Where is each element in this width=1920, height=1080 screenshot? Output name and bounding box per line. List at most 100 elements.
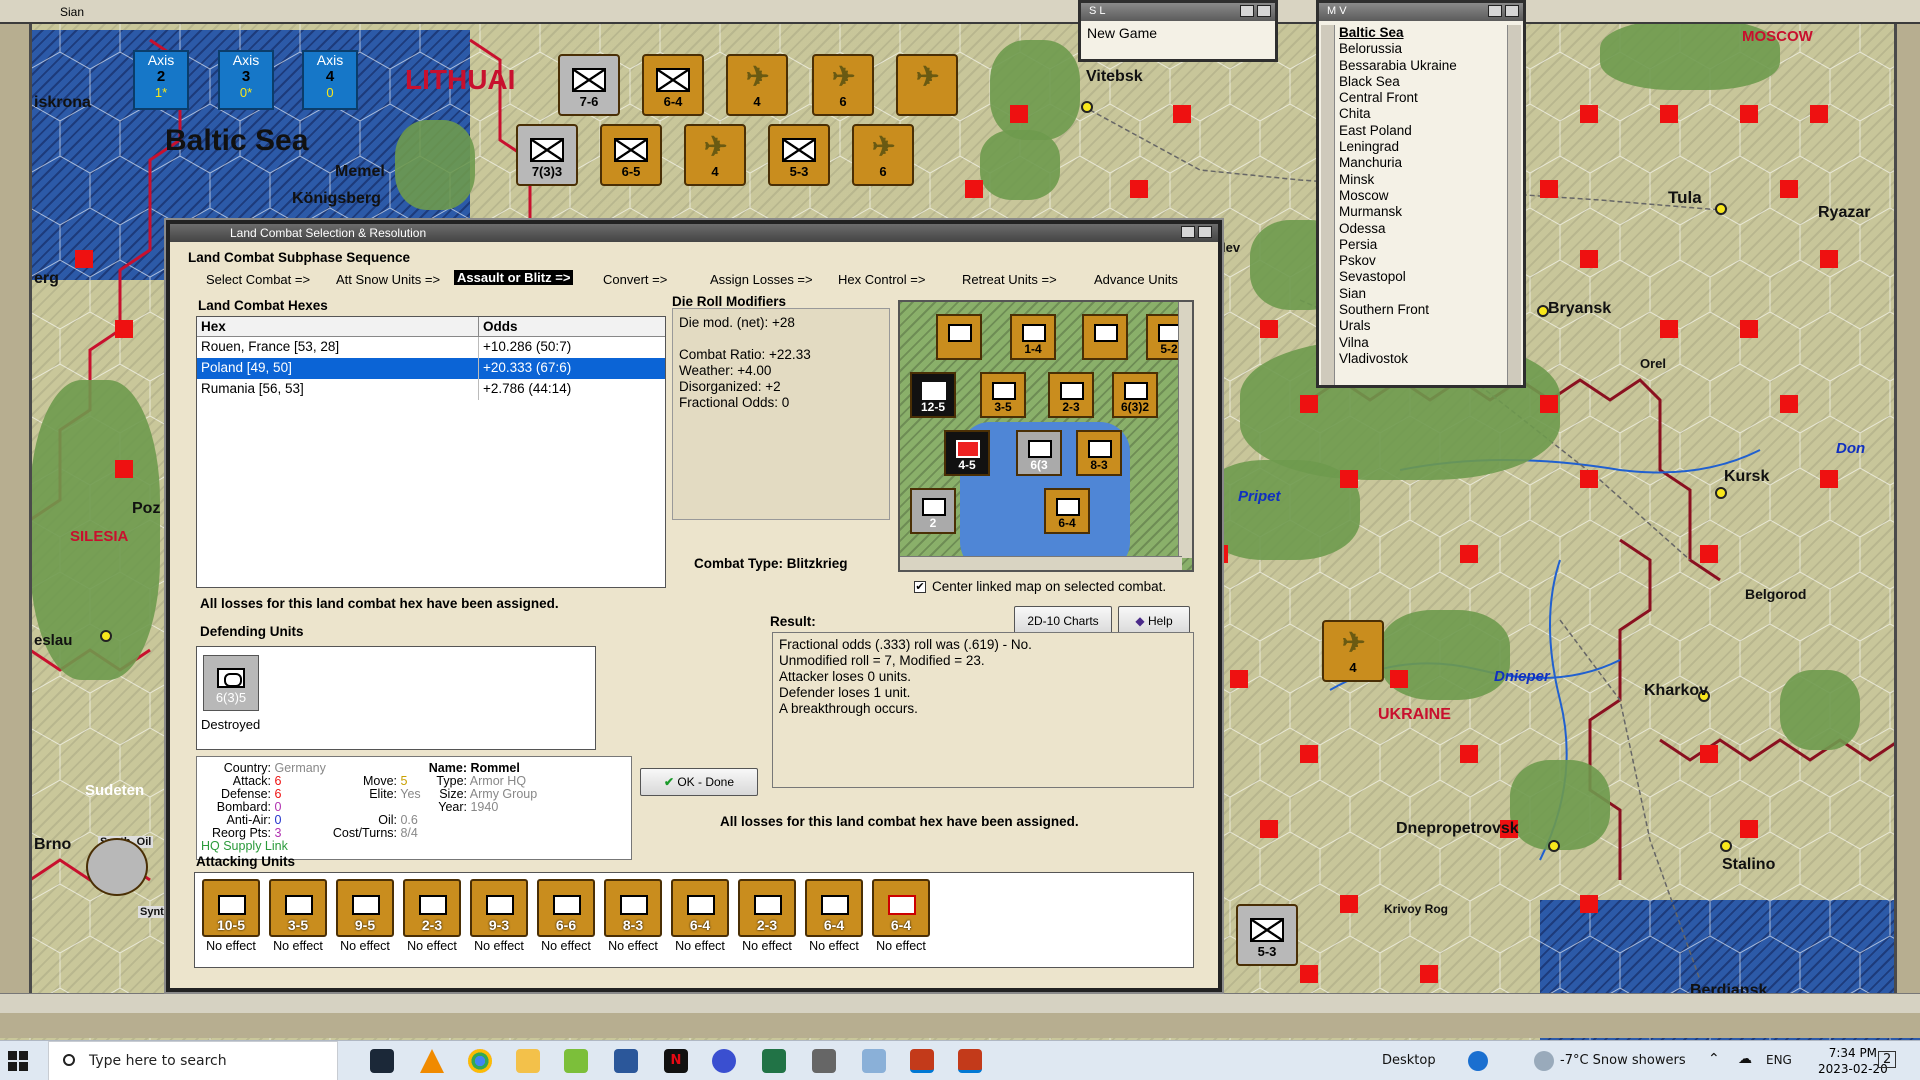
map-unit-counter[interactable]: 7(3)3 — [516, 124, 578, 186]
dialog-titlebar[interactable]: Land Combat Selection & Resolution — [170, 224, 1218, 242]
minimap-counter[interactable]: 2-3 — [1048, 372, 1094, 418]
region-item[interactable]: Odessa — [1339, 221, 1523, 237]
region-item[interactable]: Persia — [1339, 237, 1523, 253]
map-unit-counter[interactable]: 5-3 — [1236, 904, 1298, 966]
map-air-counter[interactable] — [896, 54, 958, 116]
map-unit-counter[interactable]: 6-5 — [600, 124, 662, 186]
horizontal-scrollbar[interactable] — [0, 993, 1920, 1013]
language-indicator[interactable]: ENG — [1766, 1053, 1792, 1067]
attacker-unit[interactable]: 6-4 No effect — [871, 879, 931, 953]
checkbox-checked-icon[interactable]: ✔ — [914, 580, 926, 593]
close-icon[interactable] — [1505, 5, 1519, 17]
map-air-counter[interactable]: 4 — [726, 54, 788, 116]
mv-right-scrollbar[interactable] — [1507, 25, 1521, 385]
game-icon[interactable] — [910, 1049, 934, 1073]
region-item[interactable]: Vilna — [1339, 335, 1523, 351]
map-air-counter[interactable]: 6 — [852, 124, 914, 186]
region-item[interactable]: Sevastopol — [1339, 269, 1523, 285]
minimize-icon[interactable] — [1488, 5, 1502, 17]
minimap-horizontal-scrollbar[interactable] — [900, 556, 1182, 570]
region-item[interactable]: Murmansk — [1339, 204, 1523, 220]
minimap-vertical-scrollbar[interactable] — [1178, 302, 1192, 558]
excel-icon[interactable] — [762, 1049, 786, 1073]
attacker-unit[interactable]: 2-3 No effect — [737, 879, 797, 953]
window-icon[interactable] — [862, 1049, 886, 1073]
map-air-counter[interactable]: 4 — [684, 124, 746, 186]
windows-start-icon[interactable] — [8, 1051, 28, 1071]
weather-icon[interactable] — [1534, 1051, 1554, 1071]
minimap-counter[interactable]: 6(3)2 — [1112, 372, 1158, 418]
minimap-counter[interactable]: 2 — [910, 488, 956, 534]
minimap-counter[interactable]: 4-5 — [944, 430, 990, 476]
center-map-checkbox[interactable]: ✔ Center linked map on selected combat. — [914, 579, 1166, 594]
attacker-unit[interactable]: 8-3 No effect — [603, 879, 663, 953]
sl-new-game-item[interactable]: New Game — [1081, 21, 1275, 45]
map-air-counter[interactable]: 4 — [1322, 620, 1384, 682]
attacker-unit[interactable]: 10-5 No effect — [201, 879, 261, 953]
ok-done-button[interactable]: ✔ OK - Done — [640, 768, 758, 796]
attacker-unit[interactable]: 6-4 No effect — [670, 879, 730, 953]
taskbar-search-box[interactable]: Type here to search — [48, 1041, 338, 1080]
minimize-icon[interactable] — [1240, 5, 1254, 17]
chrome-icon[interactable] — [468, 1049, 492, 1073]
axis-status-box[interactable]: Axis 2 1* — [133, 50, 189, 110]
minimap-counter[interactable]: 1-4 — [1010, 314, 1056, 360]
attacker-unit[interactable]: 2-3 No effect — [402, 879, 462, 953]
region-item[interactable]: East Poland — [1339, 123, 1523, 139]
minimap-counter[interactable]: 3-5 — [980, 372, 1026, 418]
region-item[interactable]: Moscow — [1339, 188, 1523, 204]
vlc-icon[interactable] — [420, 1049, 444, 1073]
table-row[interactable]: Rouen, France [53, 28] +10.286 (50:7) — [197, 337, 665, 358]
region-item[interactable]: Bessarabia Ukraine — [1339, 58, 1523, 74]
land-combat-dialog[interactable]: Land Combat Selection & Resolution Land … — [166, 220, 1222, 992]
app-icon[interactable] — [712, 1049, 736, 1073]
map-unit-counter[interactable]: 5-3 — [768, 124, 830, 186]
region-item[interactable]: Urals — [1339, 318, 1523, 334]
map-unit-counter[interactable]: 6-4 — [642, 54, 704, 116]
region-item[interactable]: Black Sea — [1339, 74, 1523, 90]
region-item[interactable]: Leningrad — [1339, 139, 1523, 155]
minimap-counter[interactable]: 8-3 — [1076, 430, 1122, 476]
sl-window-titlebar[interactable]: S L — [1081, 3, 1275, 21]
sl-window[interactable]: S L New Game — [1078, 0, 1278, 62]
notepad-icon[interactable] — [564, 1049, 588, 1073]
network-icon[interactable]: ☁ — [1738, 1051, 1752, 1067]
region-item[interactable]: Pskov — [1339, 253, 1523, 269]
axis-status-box[interactable]: Axis 4 0 — [302, 50, 358, 110]
region-item[interactable]: Central Front — [1339, 90, 1523, 106]
attacker-unit[interactable]: 9-3 No effect — [469, 879, 529, 953]
mv-left-scrollbar[interactable] — [1321, 25, 1335, 385]
minimap-counter[interactable] — [936, 314, 982, 360]
minimap-counter[interactable]: 12-5 — [910, 372, 956, 418]
weather-text[interactable]: -7°C Snow showers — [1560, 1053, 1686, 1068]
region-item[interactable]: Belorussia — [1339, 41, 1523, 57]
combat-minimap[interactable]: 1-4 5-2 12-5 3-5 2-3 6(3)2 4-5 6(3 8-3 2… — [898, 300, 1194, 572]
notification-icon[interactable]: 2 — [1878, 1051, 1897, 1068]
minimap-counter[interactable]: 6-4 — [1044, 488, 1090, 534]
mv-window-titlebar[interactable]: M V — [1319, 3, 1523, 21]
region-item[interactable]: Chita — [1339, 106, 1523, 122]
attacker-unit[interactable]: 9-5 No effect — [335, 879, 395, 953]
attacker-unit[interactable]: 3-5 No effect — [268, 879, 328, 953]
mv-window[interactable]: M V Baltic Sea Belorussia Bessarabia Ukr… — [1316, 0, 1526, 388]
region-item[interactable]: Baltic Sea — [1339, 25, 1523, 41]
table-row-selected[interactable]: Poland [49, 50] +20.333 (67:6) — [197, 358, 665, 379]
region-item[interactable]: Minsk — [1339, 172, 1523, 188]
desktop-toolbar[interactable]: Desktop — [1382, 1053, 1436, 1068]
attacker-unit[interactable]: 6-6 No effect — [536, 879, 596, 953]
region-item[interactable]: Sian — [1339, 286, 1523, 302]
minimap-selected-counter[interactable]: 6(3 — [1016, 430, 1062, 476]
col-odds[interactable]: Odds — [479, 317, 522, 336]
region-item[interactable]: Southern Front — [1339, 302, 1523, 318]
chevron-up-icon[interactable]: ⌃ — [1708, 1051, 1720, 1067]
steam-icon[interactable] — [370, 1049, 394, 1073]
map-unit-counter[interactable]: 7-6 — [558, 54, 620, 116]
minimap-counter[interactable] — [1082, 314, 1128, 360]
defender-counter[interactable]: 6(3)5 — [203, 655, 259, 711]
axis-status-box[interactable]: Axis 3 0* — [218, 50, 274, 110]
combat-hex-table[interactable]: Hex Odds Rouen, France [53, 28] +10.286 … — [196, 316, 666, 588]
attacker-unit[interactable]: 6-4 No effect — [804, 879, 864, 953]
calculator-icon[interactable] — [812, 1049, 836, 1073]
file-explorer-icon[interactable] — [516, 1049, 540, 1073]
minimize-icon[interactable] — [1181, 226, 1195, 238]
